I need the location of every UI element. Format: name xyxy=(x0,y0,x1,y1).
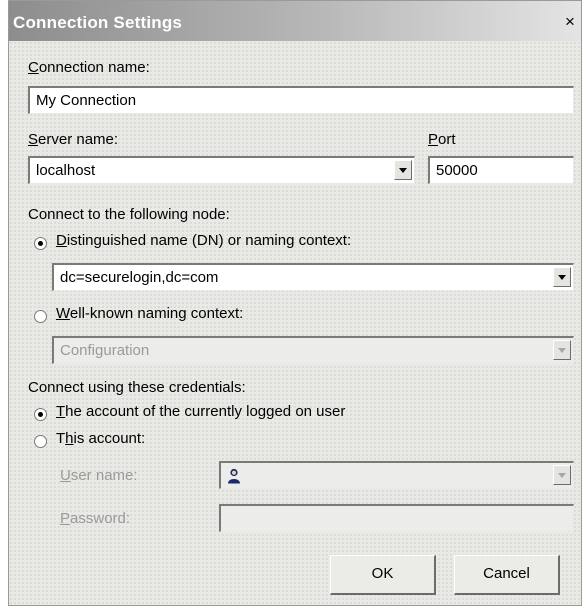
dn-radio-label[interactable]: Distinguished name (DN) or naming contex… xyxy=(56,232,351,249)
dn-dropdown-button[interactable] xyxy=(553,267,571,287)
port-label: Port xyxy=(428,131,456,148)
ok-button[interactable]: OK xyxy=(330,555,436,595)
node-section-heading: Connect to the following node: xyxy=(28,206,230,223)
connection-name-label: Connection name: xyxy=(28,59,150,76)
dn-radio[interactable] xyxy=(34,237,47,250)
well-known-value: Configuration xyxy=(60,342,150,359)
user-account-icon xyxy=(228,468,240,484)
server-name-label: Server name: xyxy=(28,131,119,148)
connection-settings-dialog: Connection Settings × Connection name: M… xyxy=(8,0,582,606)
password-label: Password: xyxy=(60,510,131,527)
user-name-label: User name: xyxy=(60,467,138,484)
well-known-combobox[interactable]: Configuration xyxy=(52,336,574,364)
well-known-radio[interactable] xyxy=(34,310,47,323)
current-user-radio[interactable] xyxy=(34,408,47,421)
title-bar[interactable]: Connection Settings × xyxy=(9,1,581,41)
user-name-combobox[interactable] xyxy=(219,461,574,489)
well-known-radio-label[interactable]: Well-known naming context: xyxy=(56,305,243,322)
connection-name-input[interactable]: My Connection xyxy=(28,86,574,114)
dn-value: dc=securelogin,dc=com xyxy=(60,269,219,286)
dn-combobox[interactable]: dc=securelogin,dc=com xyxy=(52,263,574,291)
port-input[interactable]: 50000 xyxy=(428,156,574,184)
this-account-radio-label[interactable]: This account: xyxy=(56,430,145,447)
close-icon[interactable]: × xyxy=(562,13,578,30)
server-name-combobox[interactable]: localhost xyxy=(28,156,415,184)
well-known-dropdown-button[interactable] xyxy=(553,340,571,360)
cancel-button[interactable]: Cancel xyxy=(454,555,560,595)
server-name-value: localhost xyxy=(36,162,96,179)
user-name-dropdown-button[interactable] xyxy=(553,465,571,485)
credentials-section-heading: Connect using these credentials: xyxy=(28,379,246,396)
password-input[interactable] xyxy=(219,504,574,532)
this-account-radio[interactable] xyxy=(34,435,47,448)
current-user-radio-label[interactable]: The account of the currently logged on u… xyxy=(56,403,345,420)
server-name-dropdown-button[interactable] xyxy=(394,160,412,180)
window-title: Connection Settings xyxy=(13,13,183,32)
